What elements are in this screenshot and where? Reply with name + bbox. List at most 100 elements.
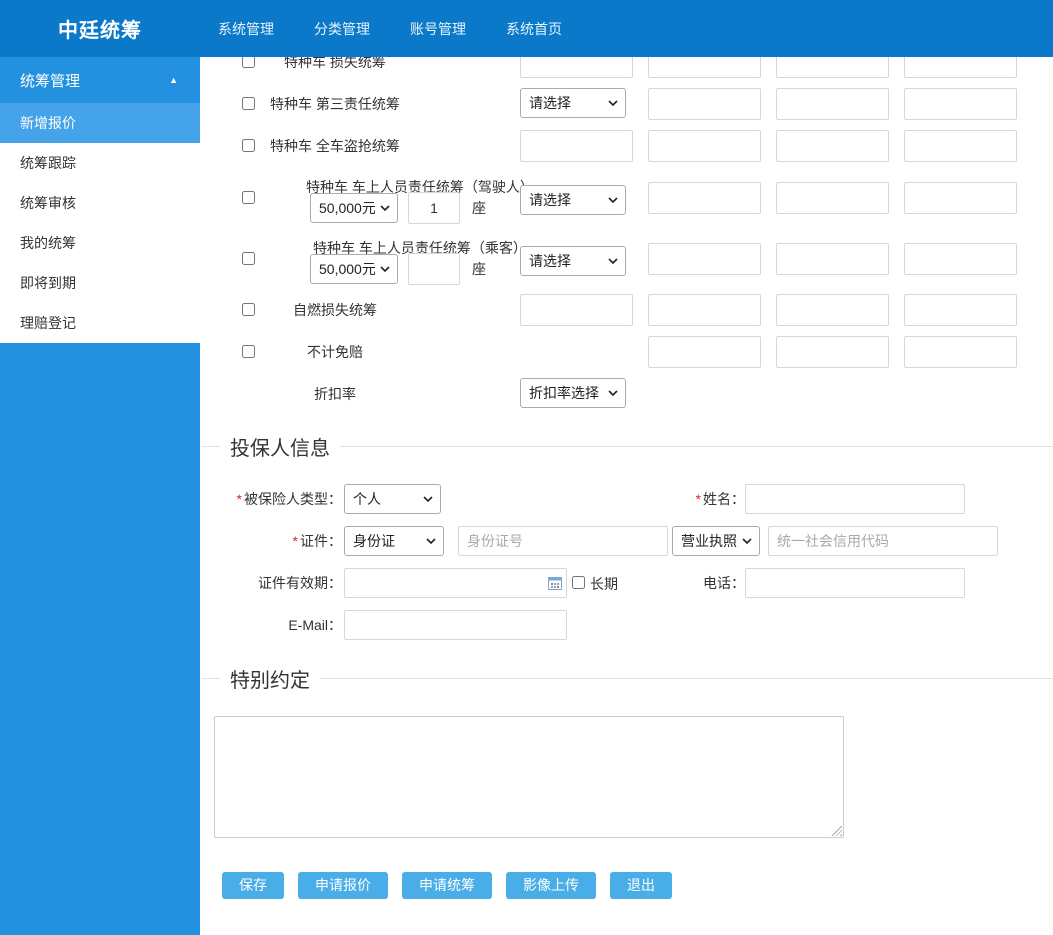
- coverage-third-party-select[interactable]: 请选择: [520, 88, 626, 118]
- exit-button[interactable]: 退出: [610, 872, 672, 899]
- applicant-row-email: E-Mail：: [200, 610, 1053, 640]
- special-agreement-field: [214, 716, 844, 838]
- sidebar-item-new-quote[interactable]: 新增报价: [0, 103, 200, 143]
- action-button-row: 保存 申请报价 申请统筹 影像上传 退出: [222, 872, 1053, 899]
- coverage-row-third-party: 特种车 第三责任统筹 请选择: [200, 83, 1053, 125]
- email-input[interactable]: [344, 610, 567, 640]
- request-coordination-button[interactable]: 申请统筹: [402, 872, 492, 899]
- save-button[interactable]: 保存: [222, 872, 284, 899]
- phone-label: 电话：: [620, 568, 745, 598]
- coverage-driver-select-control[interactable]: 请选择: [520, 185, 626, 215]
- coverage-driver-checkbox[interactable]: [242, 191, 255, 204]
- coverage-theft-input-1[interactable]: [520, 130, 633, 162]
- validity-date-field: [344, 568, 567, 598]
- special-section-header: 特别约定: [200, 664, 1053, 692]
- sidebar-item-tracking[interactable]: 统筹跟踪: [0, 143, 200, 183]
- discount-rate-select[interactable]: 折扣率选择: [520, 378, 626, 408]
- coverage-passenger-input-2[interactable]: [648, 243, 761, 275]
- coverage-third-party-input-4[interactable]: [904, 88, 1017, 120]
- coverage-driver-amount-select[interactable]: 50,000元: [310, 193, 398, 223]
- nav-category-management[interactable]: 分类管理: [314, 19, 370, 39]
- credit-code-input[interactable]: [768, 526, 998, 556]
- email-label: E-Mail：: [200, 610, 342, 640]
- coverage-driver-input-3[interactable]: [776, 182, 889, 214]
- coverage-loss-input-3[interactable]: [776, 57, 889, 78]
- divider: [320, 678, 1053, 679]
- coverage-fire-input-1[interactable]: [520, 294, 633, 326]
- required-asterisk: *: [696, 491, 701, 507]
- nav-system-management[interactable]: 系统管理: [218, 19, 274, 39]
- name-input[interactable]: [745, 484, 965, 514]
- coverage-deductible-input-2[interactable]: [648, 336, 761, 368]
- coverage-row-discount: 折扣率 折扣率选择: [200, 373, 1053, 415]
- id-type-select[interactable]: 身份证: [344, 526, 444, 556]
- coverage-row-deductible: 不计免赔: [200, 331, 1053, 373]
- app-window: 中廷统筹 系统管理 分类管理 账号管理 系统首页 统筹管理 ▲ 新增报价 统筹跟…: [0, 0, 1053, 935]
- business-license-select[interactable]: 营业执照: [672, 526, 760, 556]
- applicant-row-validity: 证件有效期： 长期 电话：: [200, 568, 1053, 598]
- coverage-loss-input-2[interactable]: [648, 57, 761, 78]
- insured-type-select-control[interactable]: 个人: [344, 484, 441, 514]
- coverage-driver-seats-input[interactable]: [408, 192, 460, 224]
- required-asterisk: *: [237, 491, 242, 507]
- coverage-driver-input-2[interactable]: [648, 182, 761, 214]
- coverage-driver-select[interactable]: 请选择: [520, 185, 626, 215]
- coverage-third-party-input-3[interactable]: [776, 88, 889, 120]
- id-type-select-control[interactable]: 身份证: [344, 526, 444, 556]
- coverage-driver-input-4[interactable]: [904, 182, 1017, 214]
- applicant-row-type: *被保险人类型： 个人 *姓名：: [200, 484, 1053, 514]
- business-license-select-control[interactable]: 营业执照: [672, 526, 760, 556]
- sidebar-item-claims[interactable]: 理赔登记: [0, 303, 200, 343]
- coverage-passenger-select[interactable]: 请选择: [520, 246, 626, 276]
- coverage-loss-input-1[interactable]: [520, 57, 633, 78]
- applicant-section-header: 投保人信息: [200, 423, 1053, 469]
- discount-rate-select-control[interactable]: 折扣率选择: [520, 378, 626, 408]
- coverage-fire-input-2[interactable]: [648, 294, 761, 326]
- validity-date-input[interactable]: [344, 568, 567, 598]
- coverage-row-label: 自燃损失统筹: [235, 300, 435, 320]
- long-term-checkbox[interactable]: [572, 576, 585, 589]
- coverage-theft-input-2[interactable]: [648, 130, 761, 162]
- coverage-passenger-input-3[interactable]: [776, 243, 889, 275]
- validity-label: 证件有效期：: [200, 568, 342, 598]
- id-number-input[interactable]: [458, 526, 668, 556]
- request-quote-button[interactable]: 申请报价: [298, 872, 388, 899]
- special-agreement-textarea[interactable]: [214, 716, 844, 838]
- coverage-passenger-amount-select[interactable]: 50,000元: [310, 254, 398, 284]
- coverage-passenger-input-4[interactable]: [904, 243, 1017, 275]
- coverage-passenger-amount-select-control[interactable]: 50,000元: [310, 254, 398, 284]
- coverage-row-label: 折扣率: [235, 384, 435, 404]
- coverage-theft-input-3[interactable]: [776, 130, 889, 162]
- coverage-deductible-input-3[interactable]: [776, 336, 889, 368]
- nav-system-home[interactable]: 系统首页: [506, 19, 562, 39]
- insured-type-label: *被保险人类型：: [200, 484, 342, 514]
- coverage-passenger-checkbox[interactable]: [242, 252, 255, 265]
- sidebar-item-review[interactable]: 统筹审核: [0, 183, 200, 223]
- sidebar-item-my-coordination[interactable]: 我的统筹: [0, 223, 200, 263]
- coverage-driver-amount-select-control[interactable]: 50,000元: [310, 193, 398, 223]
- sidebar: 统筹管理 ▲ 新增报价 统筹跟踪 统筹审核 我的统筹 即将到期 理赔登记: [0, 57, 200, 935]
- coverage-passenger-seats-input[interactable]: [408, 253, 460, 285]
- coverage-third-party-select-control[interactable]: 请选择: [520, 88, 626, 118]
- coverage-theft-input-4[interactable]: [904, 130, 1017, 162]
- sidebar-group-label: 统筹管理: [20, 70, 80, 91]
- coverage-row-fire: 自燃损失统筹: [200, 289, 1053, 331]
- coverage-row-theft: 特种车 全车盗抢统筹: [200, 125, 1053, 167]
- required-asterisk: *: [293, 533, 298, 549]
- coverage-fire-input-3[interactable]: [776, 294, 889, 326]
- sidebar-item-expiring[interactable]: 即将到期: [0, 263, 200, 303]
- coverage-passenger-select-control[interactable]: 请选择: [520, 246, 626, 276]
- coverage-loss-input-4[interactable]: [904, 57, 1017, 78]
- phone-input[interactable]: [745, 568, 965, 598]
- insured-type-select[interactable]: 个人: [344, 484, 441, 514]
- image-upload-button[interactable]: 影像上传: [506, 872, 596, 899]
- coverage-third-party-input-2[interactable]: [648, 88, 761, 120]
- coverage-deductible-input-4[interactable]: [904, 336, 1017, 368]
- calendar-icon[interactable]: [548, 576, 562, 590]
- sidebar-group-coordination[interactable]: 统筹管理 ▲: [0, 57, 200, 103]
- coverage-row-label: 不计免赔: [235, 342, 435, 362]
- coverage-fire-input-4[interactable]: [904, 294, 1017, 326]
- nav-account-management[interactable]: 账号管理: [410, 19, 466, 39]
- coverage-row-passenger: 特种车 车上人员责任统筹（乘客） 50,000元 座 请选择: [200, 228, 1053, 289]
- coverage-row-loss: 特种车 损失统筹: [200, 57, 1053, 83]
